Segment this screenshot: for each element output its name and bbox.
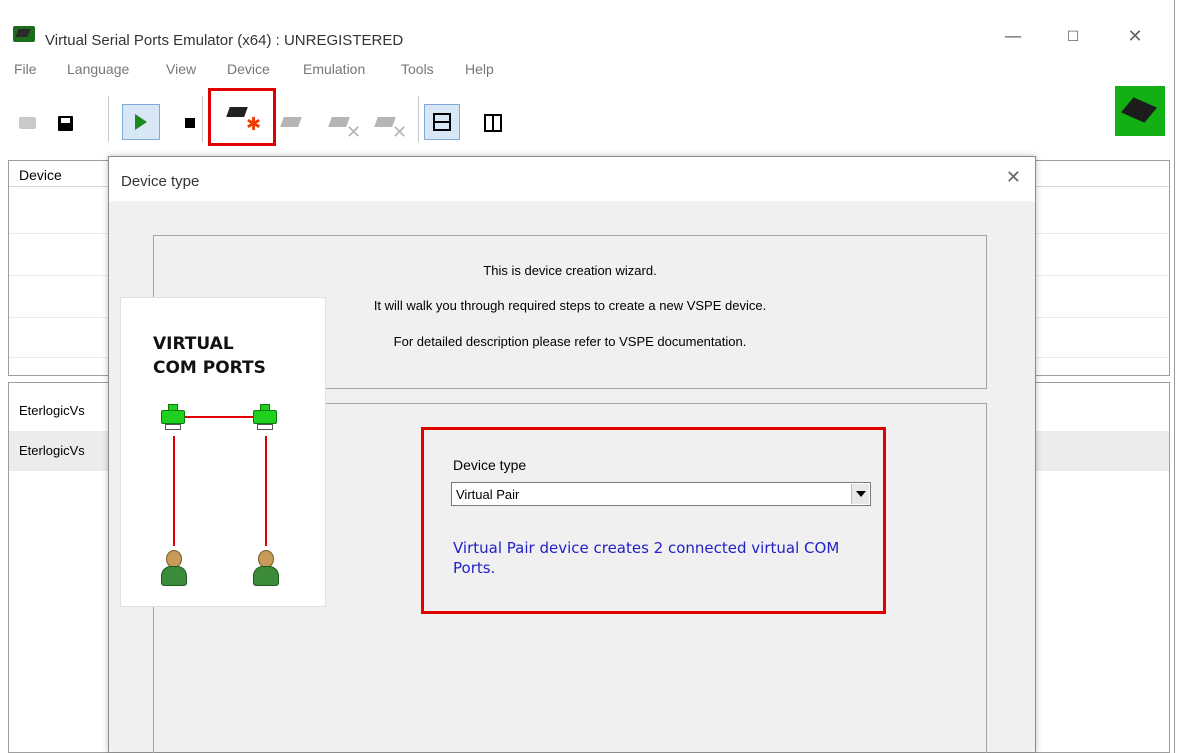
menu-view[interactable]: View <box>166 61 196 77</box>
connection-wire <box>173 436 175 546</box>
delete-device-icon: ✕ <box>330 115 361 141</box>
device-type-highlight <box>421 427 886 614</box>
list-item-label: EterlogicVs <box>19 403 85 418</box>
user-icon <box>159 550 187 586</box>
minimize-button[interactable]: — <box>990 22 1036 52</box>
title-bar: Virtual Serial Ports Emulator (x64) : UN… <box>0 10 1175 49</box>
menu-language[interactable]: Language <box>67 61 129 77</box>
user-icon <box>251 550 279 586</box>
chevron-down-icon[interactable] <box>851 484 869 504</box>
save-button[interactable] <box>50 108 80 138</box>
remove-device-icon: ✕ <box>376 115 407 141</box>
device-type-label: Device type <box>453 457 527 473</box>
list-item-label: EterlogicVs <box>19 443 85 458</box>
column-device[interactable]: Device <box>19 167 62 183</box>
window-title: Virtual Serial Ports Emulator (x64) : UN… <box>45 32 404 49</box>
virtual-com-ports-illustration: VIRTUAL COM PORTS <box>120 297 326 607</box>
illustration-title-line2: COM PORTS <box>153 358 266 378</box>
device-properties-button[interactable] <box>278 108 308 138</box>
menu-tools[interactable]: Tools <box>401 61 434 77</box>
layout-horizontal-icon <box>433 113 451 131</box>
menu-emulation[interactable]: Emulation <box>303 61 365 77</box>
open-icon <box>18 117 36 129</box>
toolbar-separator <box>108 96 109 142</box>
remove-device-button[interactable]: ✕ <box>372 108 407 141</box>
play-icon <box>135 114 147 130</box>
device-type-description: Virtual Pair device creates 2 connected … <box>453 539 840 577</box>
dialog-title: Device type <box>121 173 200 190</box>
close-button[interactable]: ✕ <box>1112 22 1158 52</box>
app-icon <box>13 26 35 42</box>
layout-horizontal-button[interactable] <box>424 104 460 140</box>
open-button[interactable] <box>12 108 42 138</box>
menu-device[interactable]: Device <box>227 61 270 77</box>
stop-emulation-button[interactable] <box>175 108 205 138</box>
device-properties-icon <box>282 115 304 131</box>
layout-vertical-button[interactable] <box>478 108 508 138</box>
menu-help[interactable]: Help <box>465 61 494 77</box>
dialog-title-bar: Device type ✕ <box>109 157 1035 201</box>
toolbar-separator <box>418 96 419 142</box>
device-type-select[interactable]: Virtual Pair <box>451 482 871 506</box>
illustration-title-line1: VIRTUAL <box>153 334 234 354</box>
device-type-value: Virtual Pair <box>456 487 520 502</box>
toolbar-separator <box>202 96 203 142</box>
stop-icon <box>185 118 195 128</box>
maximize-button[interactable]: ☐ <box>1050 22 1096 52</box>
delete-device-button[interactable]: ✕ <box>326 108 361 141</box>
vspe-logo <box>1115 86 1165 136</box>
connection-wire <box>265 436 267 546</box>
create-device-icon: ✱ <box>228 105 261 133</box>
menu-bar: File Language View Device Emulation Tool… <box>0 56 1175 80</box>
dialog-close-button[interactable]: ✕ <box>1006 167 1021 188</box>
menu-file[interactable]: File <box>14 61 37 77</box>
connection-wire <box>183 416 263 418</box>
intro-line-1: This is device creation wizard. <box>483 263 657 278</box>
layout-vertical-icon <box>484 114 502 132</box>
save-icon <box>57 115 73 131</box>
com-port-icon <box>161 404 185 430</box>
com-port-icon <box>253 404 277 430</box>
create-device-button[interactable]: ✱ <box>224 98 261 133</box>
start-emulation-button[interactable] <box>122 104 160 140</box>
